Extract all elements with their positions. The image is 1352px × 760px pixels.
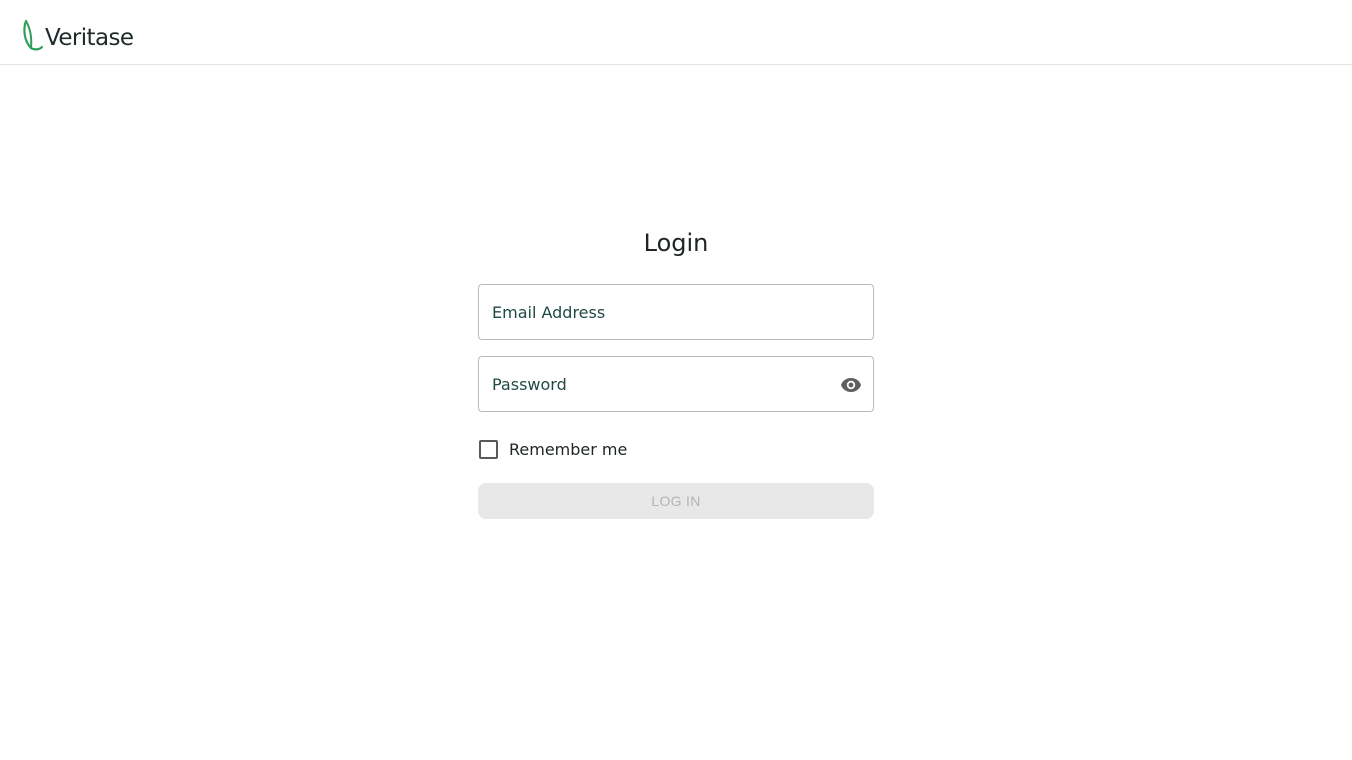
top-bar: Veritase [0, 0, 1352, 65]
email-field[interactable] [479, 285, 873, 339]
show-password-button[interactable] [837, 371, 865, 399]
remember-me-row: Remember me [478, 438, 874, 460]
login-form: Login Remember me LOG IN [478, 226, 874, 519]
eye-icon [841, 378, 861, 392]
login-button[interactable]: LOG IN [478, 483, 874, 519]
page-title: Login [643, 229, 709, 257]
password-field[interactable] [479, 357, 873, 411]
logo-text: Veritase [45, 25, 134, 51]
password-field-container [478, 356, 874, 412]
remember-me-label[interactable]: Remember me [509, 440, 627, 459]
remember-me-checkbox[interactable] [479, 439, 498, 459]
email-field-container [478, 284, 874, 340]
leaf-logo-icon [23, 19, 44, 51]
veritase-logo[interactable]: Veritase [22, 15, 134, 51]
